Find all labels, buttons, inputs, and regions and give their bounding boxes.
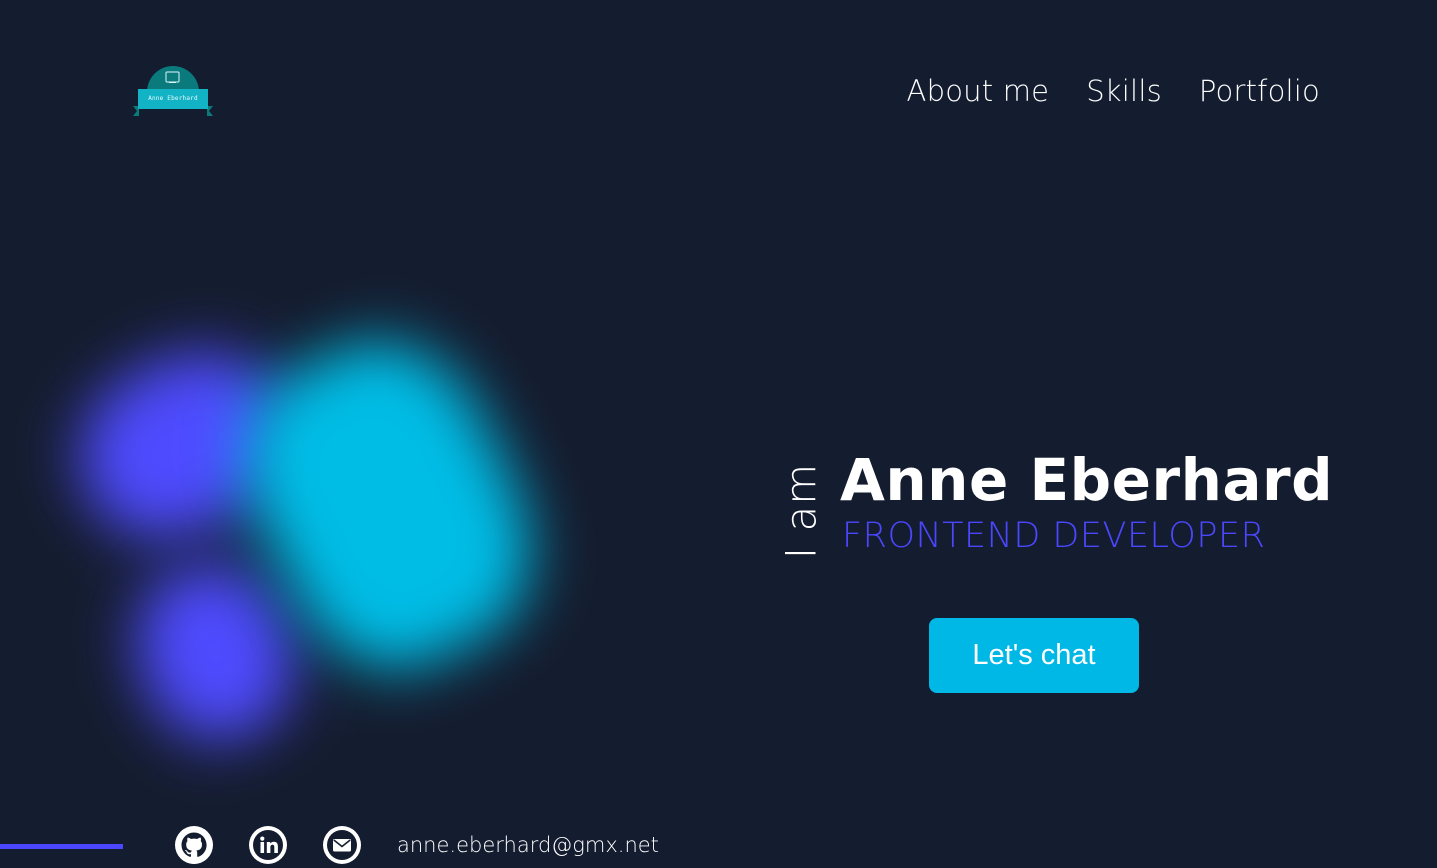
hero-name: Anne Eberhard (840, 446, 1334, 514)
hero-intro-text: I am (776, 462, 826, 560)
nav-skills[interactable]: Skills (1086, 74, 1162, 108)
hero-intro: I am (776, 456, 826, 566)
main-nav: About me Skills Portfolio (907, 74, 1320, 108)
mail-icon (327, 830, 357, 860)
email-link[interactable]: anne.eberhard@gmx.net (397, 833, 659, 857)
logo[interactable]: Anne Eberhard (133, 66, 213, 118)
lets-chat-button[interactable]: Let's chat (929, 618, 1139, 693)
linkedin-icon (253, 830, 283, 860)
logo-text: Anne Eberhard (148, 95, 198, 102)
github-icon (175, 832, 213, 864)
nav-about-me[interactable]: About me (907, 74, 1050, 108)
footer-accent-line (0, 844, 123, 849)
mail-link[interactable] (323, 826, 361, 864)
linkedin-link[interactable] (249, 826, 287, 864)
nav-portfolio[interactable]: Portfolio (1199, 74, 1320, 108)
coding-computer-logo-icon (133, 66, 213, 116)
page: Anne Eberhard About me Skills Portfolio … (0, 0, 1437, 868)
hero-role: FRONTEND DEVELOPER (842, 516, 1266, 556)
github-link[interactable] (175, 826, 213, 864)
decorative-blob-purple-small (114, 544, 316, 761)
